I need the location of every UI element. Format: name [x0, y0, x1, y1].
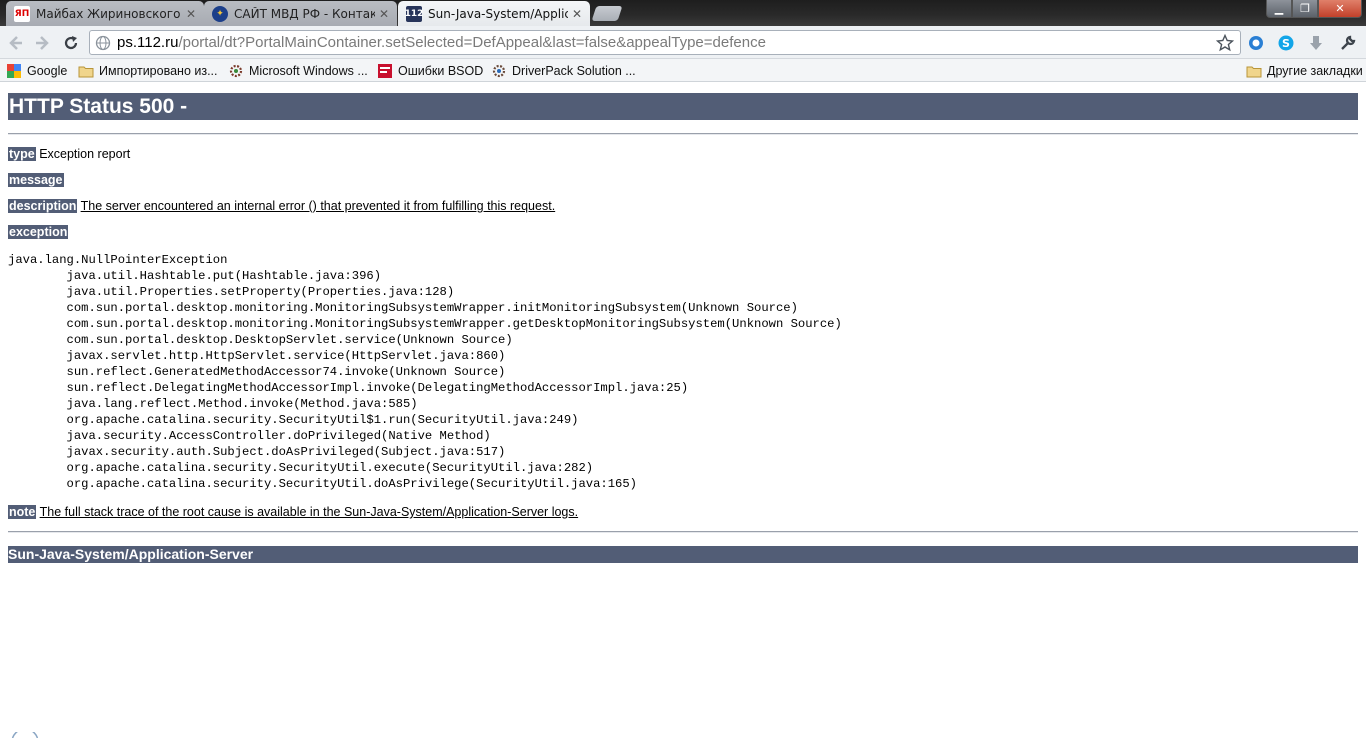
bookmarks-bar: Google Импортировано из... Microsoft Win… [0, 59, 1366, 82]
tab-mayback[interactable]: ЯП Майбах Жириновского на ✕ [6, 1, 204, 26]
back-arrow-icon [9, 36, 22, 50]
maximize-button[interactable]: ❐ [1292, 0, 1318, 18]
browser-toolbar: ps.112.ru/portal/dt?PortalMainContainer.… [0, 26, 1366, 59]
message-label: message [8, 173, 64, 187]
bookmark-star-icon[interactable] [1216, 34, 1234, 52]
url-host: ps.112.ru [117, 34, 179, 51]
folder-icon [1246, 66, 1262, 78]
112-icon: 112 [405, 5, 423, 22]
tab-title: Sun-Java-System/Applicatio [428, 6, 568, 21]
extension-button-download[interactable] [1306, 33, 1326, 53]
reload-button[interactable] [61, 33, 81, 53]
bookmark-label: Ошибки BSOD [398, 64, 484, 78]
close-icon: ✕ [1335, 2, 1345, 15]
minimize-button[interactable]: ▁ [1266, 0, 1292, 18]
tab-mvd[interactable]: ✦ САЙТ МВД РФ - Контактна ✕ [204, 1, 397, 26]
forward-arrow-icon [36, 36, 49, 50]
description-label: description [8, 199, 78, 213]
bsod-icon [378, 64, 392, 78]
mvd-emblem-icon: ✦ [212, 5, 228, 22]
description-value: The server encountered an internal error… [80, 199, 556, 213]
partial-logo-icon [11, 732, 39, 738]
bookmark-label: Другие закладки [1267, 64, 1363, 78]
extension-button-skype[interactable]: S [1276, 33, 1296, 53]
yandex-ya-icon: ЯП [14, 5, 30, 22]
stack-trace: java.lang.NullPointerException java.util… [8, 253, 842, 491]
note-row: note The full stack trace of the root ca… [8, 504, 578, 521]
page-content: HTTP Status 500 - type Exception report … [0, 83, 1366, 738]
page-title: HTTP Status 500 - [8, 93, 1358, 120]
forward-button[interactable] [32, 33, 52, 53]
type-row: type Exception report [8, 146, 130, 163]
bookmark-other-folder[interactable]: Другие закладки [1246, 61, 1363, 81]
note-label: note [8, 505, 37, 519]
url-text: ps.112.ru/portal/dt?PortalMainContainer.… [117, 34, 766, 51]
folder-icon [78, 66, 94, 78]
bookmark-imported-folder[interactable]: Импортировано из... [78, 61, 218, 81]
exception-label: exception [8, 225, 69, 239]
bookmark-google[interactable]: Google [6, 61, 67, 81]
tab-title: Майбах Жириновского на [36, 6, 182, 21]
url-path: /portal/dt?PortalMainContainer.setSelect… [178, 34, 766, 51]
close-tab-icon[interactable]: ✕ [572, 8, 584, 20]
tab-strip: ЯП Майбах Жириновского на ✕ ✦ САЙТ МВД Р… [0, 0, 1366, 26]
google-icon [7, 64, 21, 78]
reload-icon [64, 36, 78, 50]
address-bar[interactable]: ps.112.ru/portal/dt?PortalMainContainer.… [89, 30, 1241, 55]
bookmark-label: Microsoft Windows ... [249, 64, 368, 78]
close-tab-icon[interactable]: ✕ [186, 8, 198, 20]
type-value: Exception report [39, 147, 131, 161]
skype-icon: S [1278, 35, 1294, 51]
wrench-icon [1341, 35, 1356, 50]
bookmark-label: Google [27, 64, 68, 78]
svg-text:S: S [1282, 37, 1290, 50]
maximize-icon: ❐ [1300, 2, 1310, 15]
back-button[interactable] [6, 33, 26, 53]
message-row: message [8, 172, 64, 189]
window-controls: ▁ ❐ ✕ [1266, 0, 1362, 18]
settings-wrench-button[interactable] [1338, 33, 1358, 53]
description-row: description The server encountered an in… [8, 198, 555, 215]
note-value: The full stack trace of the root cause i… [39, 505, 579, 519]
windows-gear-icon [229, 64, 243, 78]
server-footer: Sun-Java-System/Application-Server [8, 546, 1358, 563]
new-tab-button[interactable] [591, 6, 623, 21]
minimize-icon: ▁ [1274, 2, 1284, 15]
exception-row: exception [8, 224, 69, 241]
bookmark-label: DriverPack Solution ... [512, 64, 636, 78]
tab-title: САЙТ МВД РФ - Контактна [234, 6, 375, 21]
download-arrow-icon [1310, 36, 1322, 50]
close-window-button[interactable]: ✕ [1318, 0, 1362, 18]
type-label: type [8, 147, 36, 161]
page-globe-icon [95, 35, 111, 50]
bookmark-label: Импортировано из... [99, 64, 218, 78]
divider [8, 133, 1358, 135]
driverpack-icon [492, 64, 506, 78]
bookmark-driverpack[interactable]: DriverPack Solution ... [491, 61, 636, 81]
sync-extension-icon [1249, 36, 1263, 50]
bookmark-microsoft-windows[interactable]: Microsoft Windows ... [228, 61, 368, 81]
close-tab-icon[interactable]: ✕ [379, 8, 391, 20]
extension-button-sync[interactable] [1246, 33, 1266, 53]
divider [8, 531, 1358, 533]
tab-sun-java[interactable]: 112 Sun-Java-System/Applicatio ✕ [398, 1, 590, 26]
bookmark-bsod[interactable]: Ошибки BSOD [377, 61, 483, 81]
